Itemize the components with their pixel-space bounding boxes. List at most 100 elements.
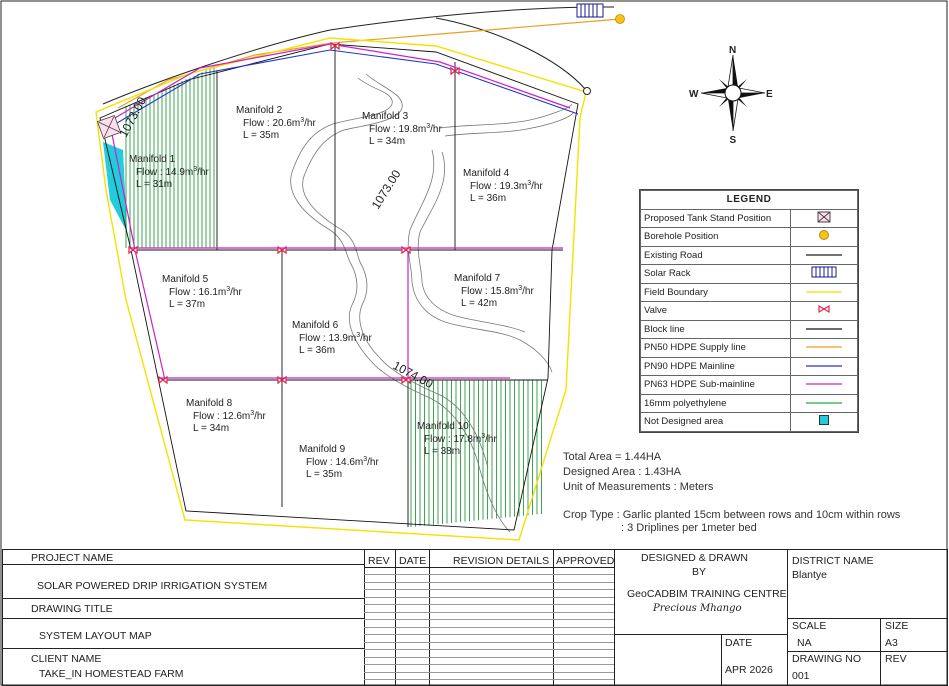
drawing-no: 001 bbox=[792, 670, 810, 682]
manifold-name: Manifold 6 bbox=[292, 320, 339, 331]
revision-row-line bbox=[364, 619, 614, 620]
signature: Precious Mhango bbox=[653, 603, 742, 614]
manifold-name: Manifold 9 bbox=[299, 444, 346, 455]
manifold-flow: Flow : 20.6m3/hr bbox=[243, 117, 316, 129]
mainline bbox=[790, 356, 858, 376]
manifold-length: L = 31m bbox=[136, 179, 172, 190]
project-name: SOLAR POWERED DRIP IRRIGATION SYSTEM bbox=[37, 580, 268, 592]
designed-drawn-label: DESIGNED & DRAWN bbox=[641, 552, 748, 564]
date-header: DATE bbox=[399, 555, 427, 567]
legend-label: Solar Rack bbox=[640, 264, 791, 284]
borehole-icon bbox=[615, 14, 625, 24]
legend-label: Field Boundary bbox=[640, 282, 791, 302]
manifold-length: L = 34m bbox=[369, 136, 405, 147]
legend-row: Valve bbox=[640, 301, 858, 321]
legend: LEGEND Proposed Tank Stand Position Boreh… bbox=[639, 189, 859, 433]
manifold-name: Manifold 2 bbox=[236, 105, 283, 116]
client-name-label: CLIENT NAME bbox=[31, 653, 102, 665]
sub-mainline bbox=[107, 43, 571, 381]
manifold-name: Manifold 5 bbox=[162, 274, 209, 285]
legend-label: PN50 HDPE Supply line bbox=[640, 338, 791, 358]
manifold-label-3: Manifold 3Flow : 19.8m3/hrL = 34m bbox=[362, 111, 442, 147]
legend-row: Not Designed area bbox=[640, 412, 858, 432]
manifold-length: L = 38m bbox=[424, 446, 460, 457]
legend-label: PN90 HDPE Mainline bbox=[640, 356, 791, 376]
supply-line bbox=[117, 18, 621, 109]
legend-row: Borehole Position bbox=[640, 227, 858, 247]
revision-row-line bbox=[364, 641, 614, 643]
rev-header: REV bbox=[368, 555, 390, 567]
approved-header: APPROVED bbox=[556, 555, 615, 567]
legend-row: PN50 HDPE Supply line bbox=[640, 338, 858, 358]
valves bbox=[128, 41, 460, 385]
legend-label: Block line bbox=[640, 319, 791, 339]
manifold-name: Manifold 1 bbox=[129, 154, 176, 165]
revision-row-line bbox=[364, 581, 614, 583]
manifold-label-1: Manifold 1Flow : 14.9m3/hrL = 31m bbox=[129, 154, 209, 190]
manifold-length: L = 36m bbox=[299, 345, 335, 356]
north-arrow-icon: N S E W bbox=[689, 45, 773, 146]
compass-e: E bbox=[766, 89, 773, 100]
scale-value: NA bbox=[797, 637, 812, 649]
legend-label: Borehole Position bbox=[640, 227, 791, 247]
district-label: DISTRICT NAME bbox=[792, 555, 874, 567]
size-value: A3 bbox=[885, 637, 898, 649]
tank-stand-icon bbox=[96, 114, 122, 140]
legend-title: LEGEND bbox=[640, 190, 858, 210]
manifold-label-5: Manifold 5Flow : 16.1m3/hrL = 37m bbox=[162, 274, 242, 310]
total-area: Total Area = 1.44HA bbox=[563, 451, 662, 463]
revision-row-line bbox=[364, 656, 614, 658]
junction-icon bbox=[583, 87, 591, 95]
manifold-name: Manifold 10 bbox=[417, 421, 469, 432]
compass-s: S bbox=[730, 135, 737, 146]
revision-row-line bbox=[364, 671, 614, 673]
revision-row-line bbox=[364, 679, 614, 680]
title-block: PROJECT NAME SOLAR POWERED DRIP IRRIGATI… bbox=[2, 549, 948, 686]
size-label: SIZE bbox=[885, 620, 909, 632]
revision-row-line bbox=[364, 664, 614, 665]
drawing-title-label: DRAWING TITLE bbox=[31, 603, 113, 615]
solar-rack-icon bbox=[790, 264, 858, 284]
manifold-label-9: Manifold 9Flow : 14.6m3/hrL = 35m bbox=[299, 444, 379, 480]
scale-label: SCALE bbox=[792, 620, 827, 632]
legend-row: Field Boundary bbox=[640, 282, 858, 302]
manifold-flow: Flow : 13.9m3/hr bbox=[299, 332, 372, 344]
manifold-flow: Flow : 19.3m3/hr bbox=[470, 180, 543, 192]
revision-details-header: REVISION DETAILS bbox=[453, 555, 550, 567]
project-name-label: PROJECT NAME bbox=[31, 552, 114, 564]
revision-row-line bbox=[364, 626, 614, 628]
manifold-name: Manifold 4 bbox=[463, 168, 510, 179]
drawing-no-label: DRAWING NO bbox=[792, 653, 862, 665]
road-line bbox=[790, 245, 858, 265]
legend-label: Existing Road bbox=[640, 245, 791, 265]
supply-line bbox=[790, 338, 858, 358]
manifold-length: L = 42m bbox=[461, 298, 497, 309]
designed-area: Designed Area : 1.43HA bbox=[563, 466, 682, 478]
poly-line bbox=[790, 393, 858, 413]
legend-row: Existing Road bbox=[640, 245, 858, 265]
crop-type: Crop Type : Garlic planted 15cm between … bbox=[563, 509, 901, 521]
contour-label-2: 1073.00 bbox=[369, 167, 404, 211]
drawing-title: SYSTEM LAYOUT MAP bbox=[39, 630, 152, 642]
driplines-per-bed: : 3 Driplines per 1meter bed bbox=[621, 522, 757, 534]
manifold-flow: Flow : 12.6m3/hr bbox=[193, 410, 266, 422]
solar-rack-icon bbox=[576, 3, 604, 18]
manifold-flow: Flow : 16.1m3/hr bbox=[169, 286, 242, 298]
rev-label: REV bbox=[885, 653, 907, 665]
manifold-flow: Flow : 14.9m3/hr bbox=[136, 166, 209, 178]
units: Unit of Measurements : Meters bbox=[563, 481, 714, 493]
block-line bbox=[790, 319, 858, 339]
legend-row: PN90 HDPE Mainline bbox=[640, 356, 858, 376]
legend-row: Solar Rack bbox=[640, 264, 858, 284]
manifold-label-4: Manifold 4Flow : 19.3m3/hrL = 36m bbox=[463, 168, 543, 204]
borehole-icon bbox=[790, 227, 858, 247]
contour-label-3: 1074.00 bbox=[391, 358, 436, 391]
manifold-name: Manifold 3 bbox=[362, 111, 409, 122]
not-designed-icon bbox=[790, 412, 858, 432]
revision-row-line bbox=[364, 604, 614, 605]
manifold-label-2: Manifold 2Flow : 20.6m3/hrL = 35m bbox=[236, 105, 316, 141]
legend-label: Valve bbox=[640, 301, 791, 321]
designer: GeoCADBIM TRAINING CENTRE bbox=[627, 588, 787, 600]
date-label: DATE bbox=[725, 637, 753, 649]
legend-label: PN63 HDPE Sub-mainline bbox=[640, 375, 791, 395]
